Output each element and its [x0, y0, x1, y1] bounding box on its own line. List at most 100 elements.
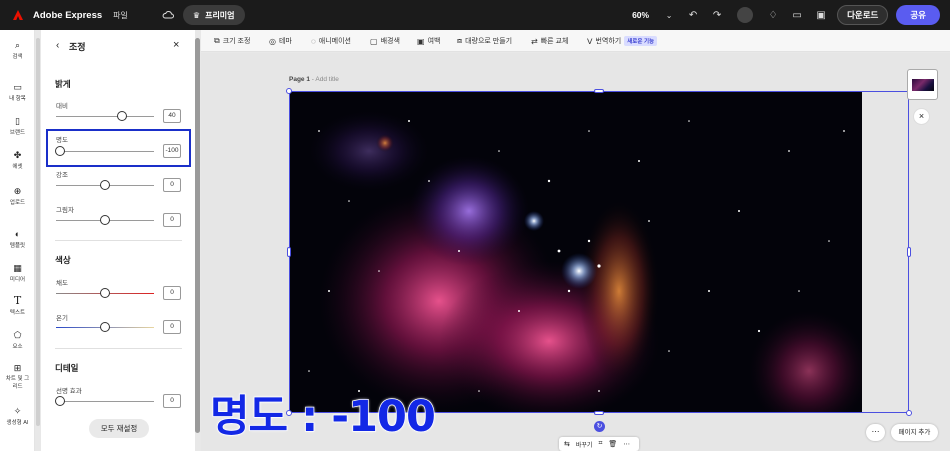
resize-handle-bottom-right[interactable] [906, 410, 912, 416]
download-button[interactable]: 다운로드 [837, 5, 889, 25]
grid-icon: ⊞ [13, 363, 22, 373]
rail-item-templates[interactable]: ◐ 템플릿 [0, 229, 35, 249]
bulk-create-button[interactable]: ⧈ 대량으로 만들기 [457, 36, 512, 46]
template-icon: ◐ [14, 229, 21, 239]
contrast-label: 대비 [56, 103, 68, 110]
rail-item-charts-grids[interactable]: ⊞ 차트 및 그리드 [0, 363, 35, 391]
app-title[interactable]: Adobe Express [33, 10, 102, 21]
redo-icon[interactable]: ↷ [710, 8, 724, 22]
translate-button[interactable]: ᐯ 번역하기 새로운 기능 [587, 36, 658, 46]
new-feature-badge: 새로운 기능 [624, 36, 658, 46]
rail-item-brand[interactable]: ▯ 브랜드 [0, 116, 35, 136]
theme-button[interactable]: ◎ 테마 [269, 36, 292, 46]
contrast-value[interactable]: 40 [163, 109, 181, 123]
text-icon: T [13, 294, 22, 307]
present-icon[interactable]: ▣ [814, 8, 828, 22]
temperature-value[interactable]: 0 [163, 320, 181, 334]
rail-scrollbar[interactable] [36, 38, 40, 426]
quick-replace-icon: ⇄ [531, 36, 538, 46]
bulk-create-icon: ⧈ [457, 36, 463, 45]
rail-item-generative-ai[interactable]: ✧ 생성형 AI [0, 406, 35, 426]
rail-item-upload[interactable]: ⊕ 업로드 [0, 186, 35, 206]
close-icon[interactable]: × [913, 108, 930, 125]
panel-header: ‹ 조정 × [41, 30, 195, 60]
sharpness-value[interactable]: 0 [163, 394, 181, 408]
context-toolbar: ⧉ 크기 조정 ◎ 테마 ◌ 애니메이션 ▢ 배경색 ▣ 여백 ⧈ 대량으로 만들기 ⇄ 빠른… [201, 30, 950, 52]
panel-scrollbar[interactable] [195, 38, 200, 433]
brand-icon: ▯ [15, 116, 20, 126]
shadow-slider-thumb[interactable] [100, 215, 110, 225]
image-quick-actions: ⇆ 바꾸기 ⌗ 🗑 ⋯ [559, 437, 639, 451]
back-arrow-icon[interactable]: ‹ [56, 40, 59, 51]
resize-handle-right[interactable] [907, 247, 911, 257]
close-icon[interactable]: × [173, 39, 179, 51]
section-divider [55, 348, 182, 349]
resize-handle-bottom[interactable] [594, 411, 604, 415]
add-page-button[interactable]: 페이지 추가 [891, 424, 938, 441]
highlight-value[interactable]: 0 [163, 178, 181, 192]
resize-button[interactable]: ⧉ 크기 조정 [214, 36, 250, 46]
lightbulb-icon[interactable]: ♢ [766, 8, 780, 22]
rail-item-my-stuff[interactable]: ▭ 내 항목 [0, 82, 35, 102]
adobe-express-logo[interactable] [12, 9, 24, 21]
panel-title: 조정 [69, 42, 86, 52]
replace-icon[interactable]: ⇆ [564, 440, 570, 448]
resize-handle-top-left[interactable] [286, 88, 292, 94]
theme-icon: ◎ [269, 36, 276, 46]
invite-icon[interactable] [737, 7, 754, 23]
light-section-title: 밝게 [55, 79, 71, 89]
sharpness-label: 선명 효과 [56, 388, 82, 395]
cloud-icon[interactable] [162, 9, 174, 21]
saturation-label: 채도 [56, 280, 68, 287]
brightness-slider-thumb[interactable] [55, 146, 65, 156]
contrast-slider-thumb[interactable] [117, 111, 127, 121]
temperature-slider-thumb[interactable] [100, 322, 110, 332]
share-button[interactable]: 공유 [896, 5, 940, 25]
sharpness-track[interactable] [56, 401, 154, 402]
premium-button[interactable]: ♛ 프리미엄 [182, 5, 245, 25]
rail-item-media[interactable]: ▦ 미디어 [0, 263, 35, 283]
saturation-slider-thumb[interactable] [100, 288, 110, 298]
resize-handle-top[interactable] [594, 89, 604, 93]
crown-icon: ♛ [192, 10, 201, 20]
rail-item-search[interactable]: ⌕ 검색 [0, 40, 35, 60]
rail-item-text[interactable]: T 텍스트 [0, 294, 35, 316]
shadow-label: 그림자 [56, 207, 74, 214]
page-thumbnail[interactable] [907, 69, 938, 100]
contrast-track[interactable] [56, 116, 154, 117]
crop-icon[interactable]: ⌗ [598, 440, 602, 448]
file-menu[interactable]: 파일 [113, 10, 128, 21]
saturation-value[interactable]: 0 [163, 286, 181, 300]
comment-icon[interactable]: ▭ [790, 8, 804, 22]
sharpness-slider-thumb[interactable] [55, 396, 65, 406]
replace-label[interactable]: 바꾸기 [576, 440, 593, 449]
reset-all-button[interactable]: 모두 재설정 [89, 419, 149, 438]
rotate-icon[interactable]: ↻ [594, 421, 605, 432]
resize-handle-left[interactable] [287, 247, 291, 257]
more-icon[interactable]: ⋯ [623, 440, 630, 448]
brightness-value[interactable]: -100 [163, 144, 181, 158]
zoom-level[interactable]: 60% [632, 10, 649, 20]
shadow-value[interactable]: 0 [163, 213, 181, 227]
animation-button[interactable]: ◌ 애니메이션 [311, 36, 351, 46]
more-options-button[interactable]: ⋯ [866, 424, 885, 441]
margin-icon: ▣ [417, 36, 425, 46]
rail-item-elements[interactable]: ⬠ 요소 [0, 330, 35, 350]
section-divider [55, 240, 182, 241]
selection-frame[interactable] [289, 91, 909, 413]
background-icon: ▢ [370, 36, 378, 46]
highlight-slider-thumb[interactable] [100, 180, 110, 190]
delete-icon[interactable]: 🗑 [608, 440, 617, 448]
brightness-track[interactable] [56, 151, 154, 152]
add-title-placeholder[interactable]: - Add title [312, 76, 339, 83]
rail-item-assets[interactable]: ✤ 에셋 [0, 150, 35, 170]
undo-icon[interactable]: ↶ [686, 8, 700, 22]
background-button[interactable]: ▢ 배경색 [370, 36, 400, 46]
margin-button[interactable]: ▣ 여백 [417, 36, 440, 46]
quick-replace-button[interactable]: ⇄ 빠른 교체 [531, 36, 568, 46]
chevron-down-icon[interactable]: ⌄ [662, 8, 676, 22]
top-bar: Adobe Express 파일 ♛ 프리미엄 60% ⌄ ↶ ↷ ♢ ▭ ▣ … [0, 0, 950, 30]
temperature-label: 온기 [56, 315, 68, 322]
page-label[interactable]: Page 1 - Add title [289, 76, 339, 83]
adjust-panel: ‹ 조정 × 밝게 대비 40 명도 -100 강조 0 그림자 0 색상 채도… [41, 30, 195, 451]
